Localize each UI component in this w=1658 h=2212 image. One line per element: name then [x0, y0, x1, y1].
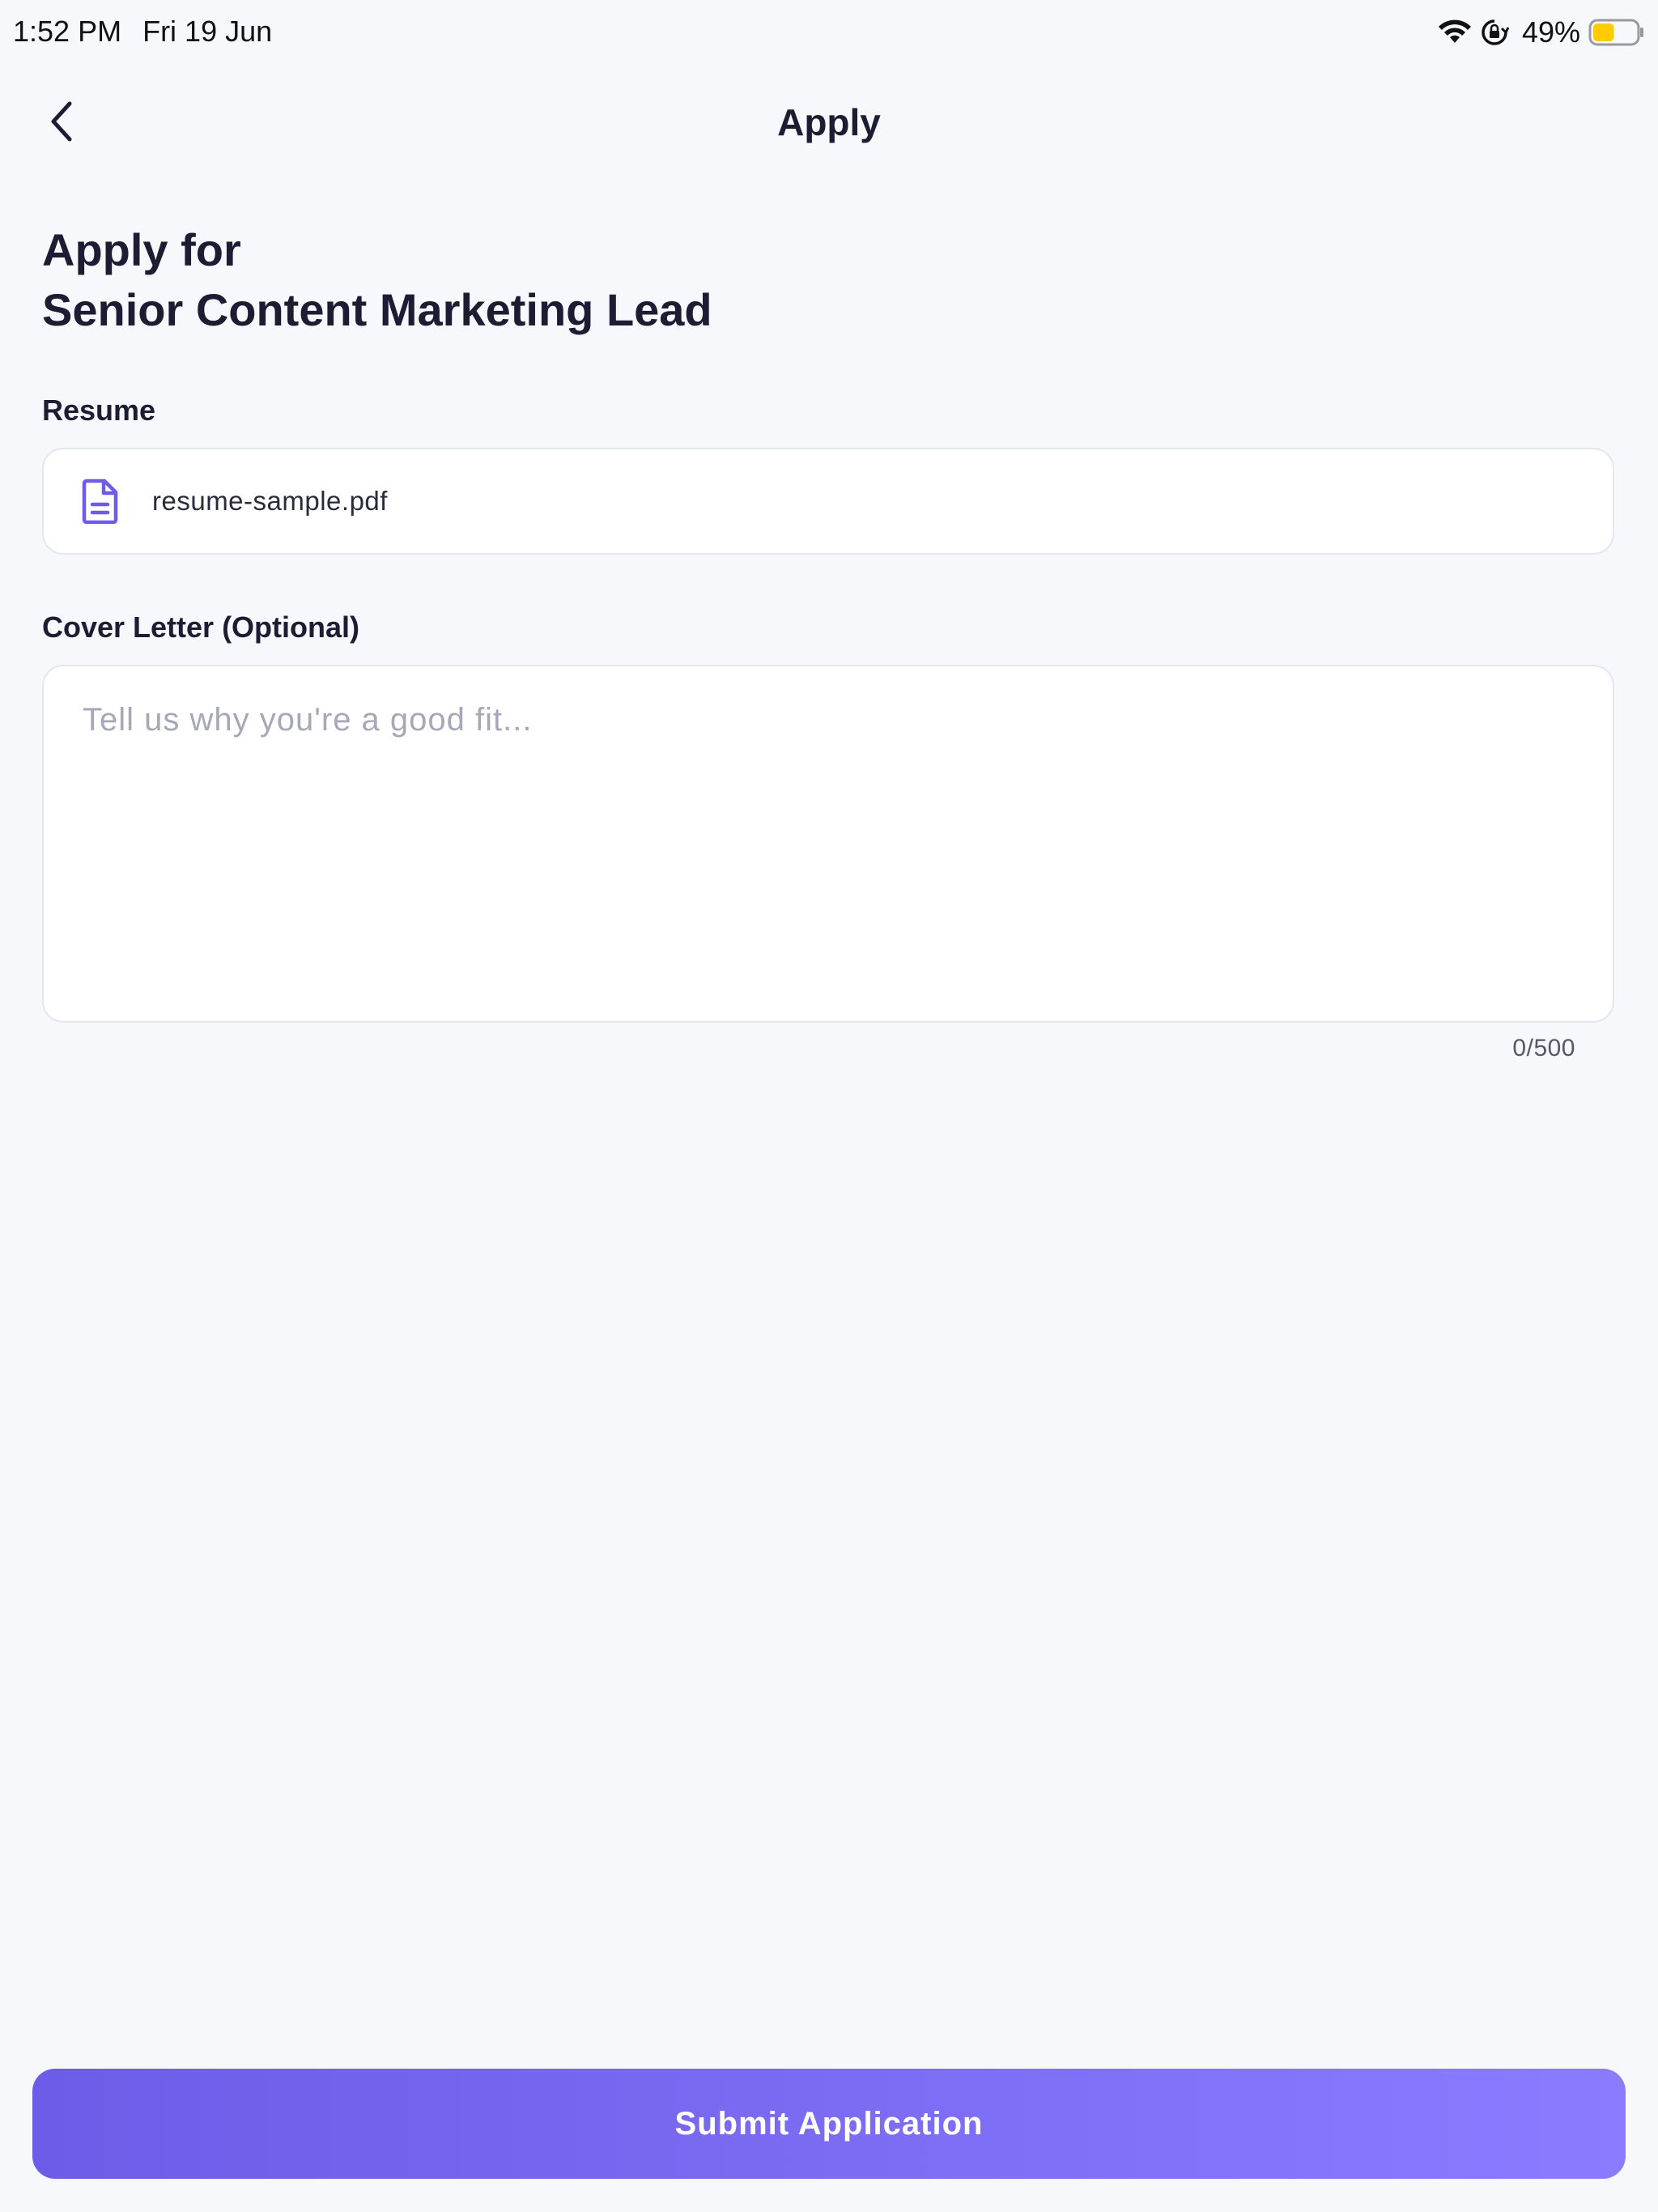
page-title-job: Senior Content Marketing Lead	[42, 284, 712, 335]
submit-application-button[interactable]: Submit Application	[32, 2069, 1626, 2179]
character-counter: 0/500	[1512, 1035, 1575, 1061]
status-bar: 1:52 PM Fri 19 Jun 49%	[0, 0, 1658, 65]
nav-bar: Apply	[0, 81, 1658, 165]
cover-letter-label: Cover Letter (Optional)	[42, 610, 360, 644]
status-time-date: 1:52 PM Fri 19 Jun	[13, 15, 272, 49]
wifi-icon	[1438, 19, 1472, 46]
page-title: Apply for Senior Content Marketing Lead	[42, 220, 712, 340]
status-date: Fri 19 Jun	[142, 15, 273, 48]
orientation-lock-icon	[1480, 18, 1509, 47]
nav-title: Apply	[777, 101, 881, 143]
resume-label: Resume	[42, 393, 156, 427]
battery-percent: 49%	[1521, 15, 1580, 49]
resume-file-picker[interactable]: resume-sample.pdf	[42, 448, 1614, 555]
status-indicators: 49%	[1438, 13, 1645, 52]
status-time: 1:52 PM	[13, 15, 122, 48]
battery-icon	[1588, 18, 1645, 47]
resume-filename: resume-sample.pdf	[152, 486, 388, 516]
cover-letter-input[interactable]	[44, 666, 1613, 1021]
page-title-line-1: Apply for	[42, 224, 241, 275]
cover-letter-box	[42, 665, 1614, 1023]
document-icon	[76, 477, 125, 525]
